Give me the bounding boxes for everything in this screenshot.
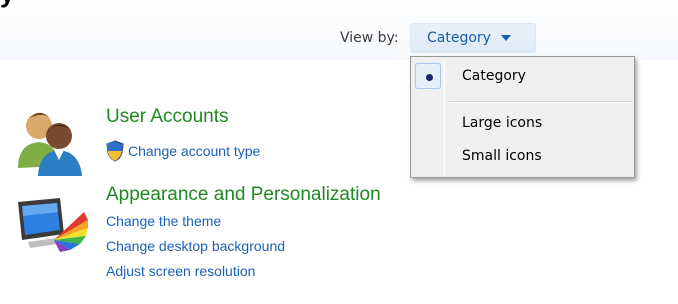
radio-selected-icon (415, 63, 441, 89)
view-by-dropdown[interactable]: Category (410, 23, 536, 53)
change-account-type-link[interactable]: Change account type (128, 143, 260, 159)
view-by-menu: Category Large icons Small icons (410, 56, 635, 178)
view-by-label: View by: (340, 30, 399, 46)
next-section-icon (44, 296, 74, 304)
section-title-user-accounts[interactable]: User Accounts (106, 106, 229, 128)
change-theme-link[interactable]: Change the theme (106, 213, 221, 229)
users-icon[interactable] (14, 104, 88, 176)
adjust-screen-resolution-link[interactable]: Adjust screen resolution (106, 263, 255, 279)
control-panel-window: y View by: Category Category Large icons… (0, 0, 678, 304)
monitor-paint-icon[interactable] (14, 196, 90, 252)
section-title-appearance[interactable]: Appearance and Personalization (106, 184, 381, 206)
shield-icon (105, 140, 125, 162)
page-heading: y (0, 0, 14, 9)
menu-item-label: Small icons (462, 148, 542, 164)
menu-item-label: Large icons (462, 115, 543, 131)
menu-item-label: Category (462, 68, 526, 84)
change-desktop-background-link[interactable]: Change desktop background (106, 238, 285, 254)
menu-item-large-icons[interactable]: Large icons (413, 108, 632, 138)
view-by-value: Category (427, 30, 491, 46)
menu-separator (449, 101, 632, 103)
dropdown-arrow-icon (500, 35, 511, 41)
header-strip: y (0, 0, 678, 60)
menu-item-category[interactable]: Category (413, 61, 632, 91)
menu-item-small-icons[interactable]: Small icons (413, 141, 632, 171)
